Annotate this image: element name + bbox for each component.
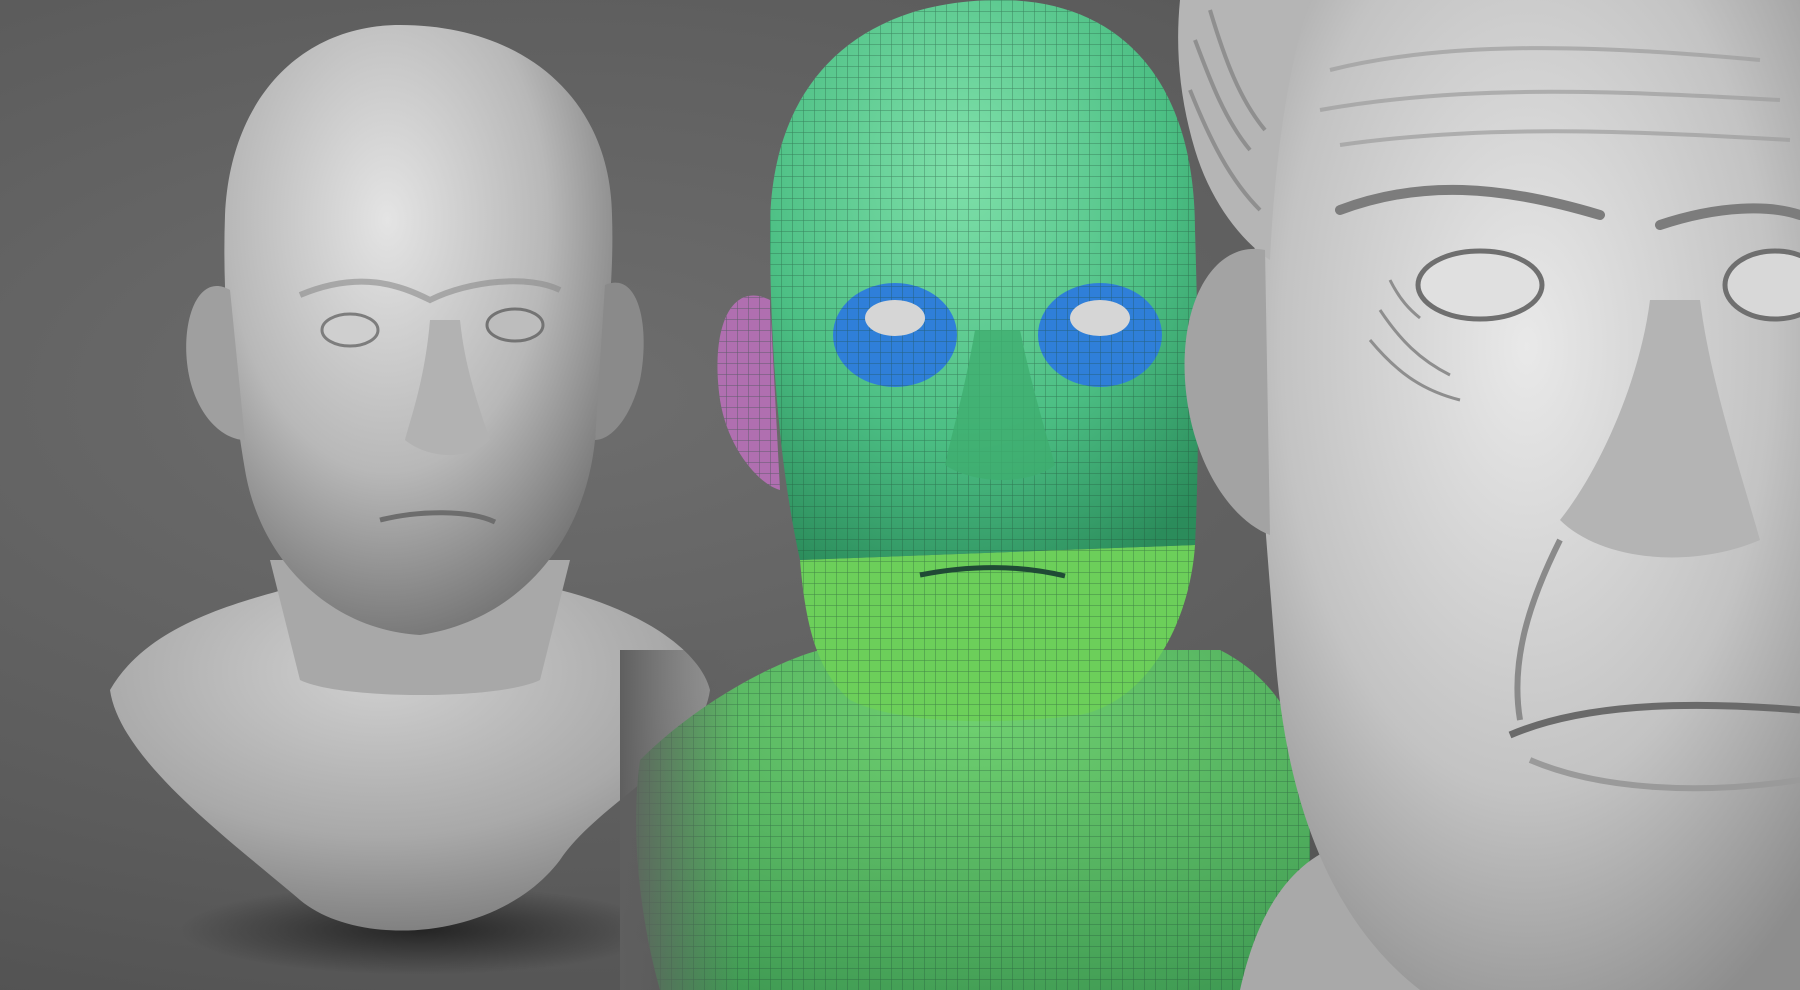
left-eyeball: [865, 300, 925, 336]
wire-fade-edge: [620, 650, 740, 990]
left-eye: [320, 312, 380, 348]
closeup-right-eye: [1722, 248, 1800, 322]
closeup-ear: [1184, 248, 1270, 536]
right-eye: [485, 307, 545, 343]
head: [224, 25, 613, 635]
render-canvas: [0, 0, 1800, 990]
right-eyeball: [1070, 300, 1130, 336]
closeup-left-eye: [1415, 248, 1545, 322]
